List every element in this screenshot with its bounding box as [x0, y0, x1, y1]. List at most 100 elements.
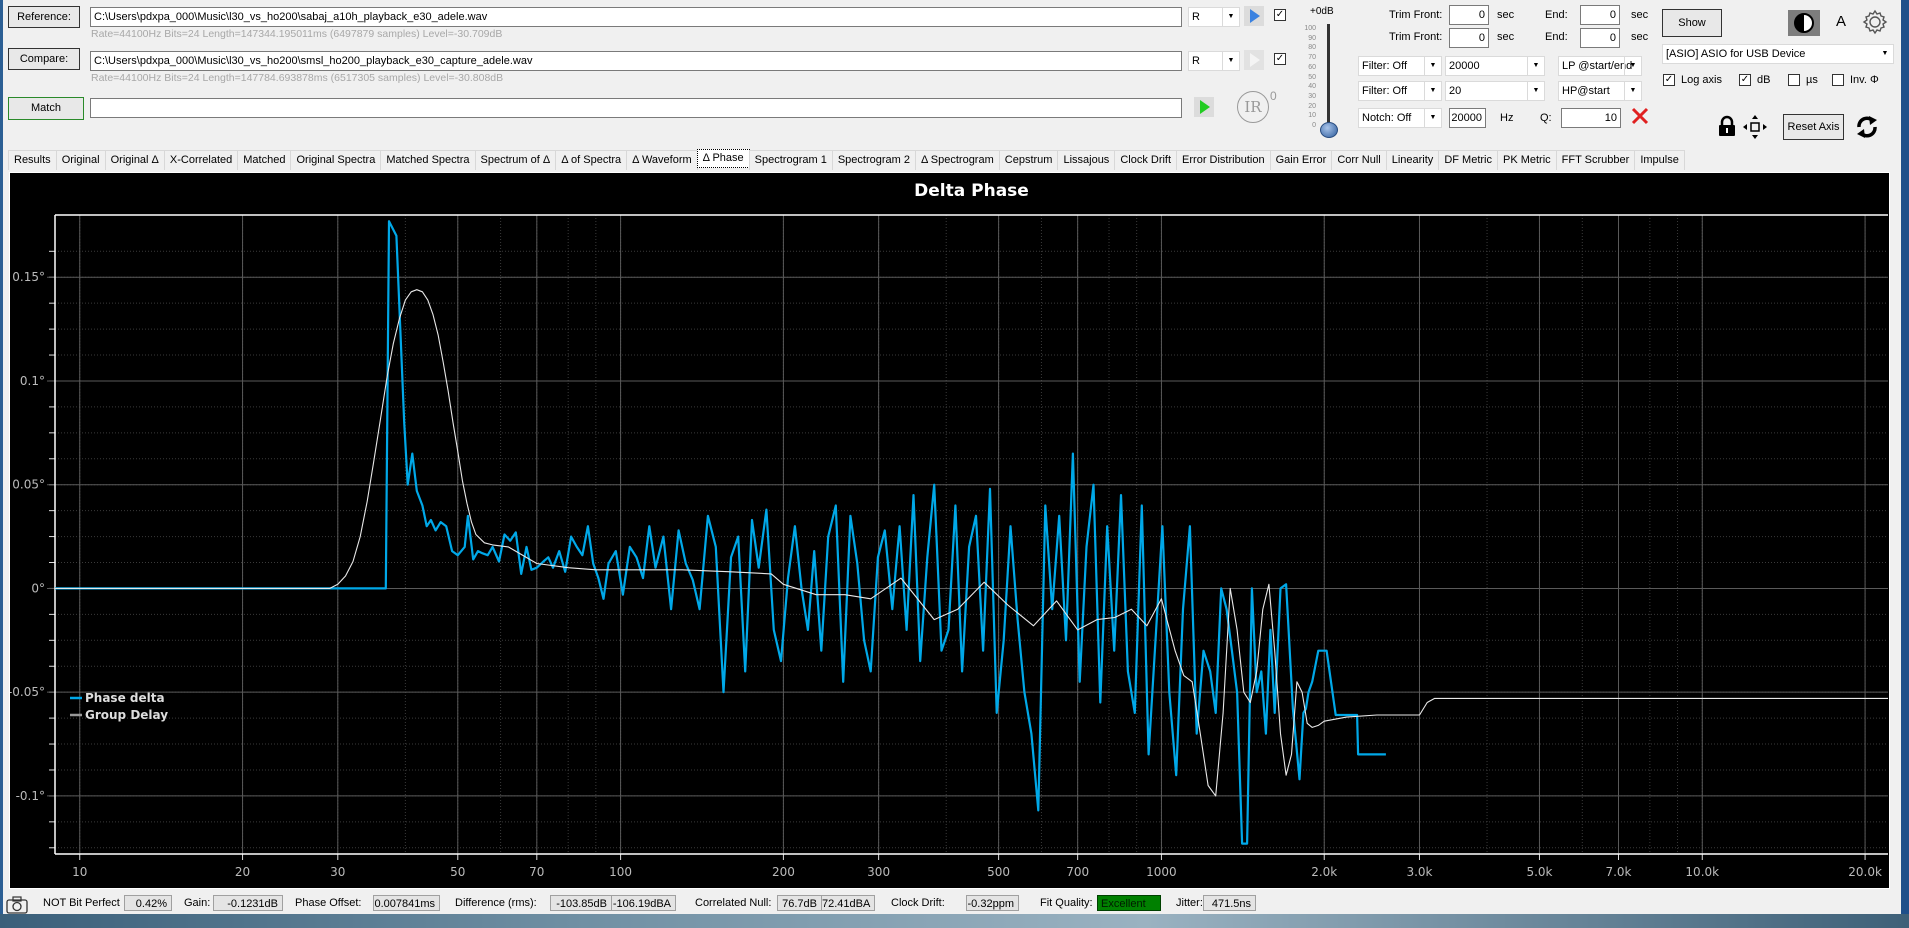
- compare-channel-select[interactable]: R ▼: [1188, 51, 1240, 71]
- trim-front-input-2[interactable]: 0: [1449, 28, 1489, 48]
- tab-24[interactable]: Impulse: [1634, 150, 1685, 170]
- db-label: dB: [1757, 74, 1771, 86]
- tab-5[interactable]: Original Spectra: [290, 150, 382, 170]
- level-tick: 80: [1308, 44, 1316, 52]
- tab-11[interactable]: Spectrogram 1: [748, 150, 833, 170]
- us-label: µs: [1806, 74, 1818, 86]
- compare-enable-checkbox[interactable]: ✓: [1274, 53, 1286, 65]
- y-tick-label: 0.15°: [12, 270, 45, 284]
- filter1-mode-select[interactable]: LP @start/end ▼: [1558, 56, 1642, 76]
- trim-end-input-1[interactable]: 0: [1580, 5, 1620, 25]
- tab-0[interactable]: Results: [8, 150, 57, 170]
- show-button[interactable]: Show: [1662, 9, 1722, 37]
- tab-19[interactable]: Corr Null: [1331, 150, 1387, 170]
- chart-panel: Delta Phase 10 20 30 50 70 100 200 300 500 700 1000…: [8, 172, 1890, 889]
- log-axis-checkbox[interactable]: ✓: [1663, 74, 1675, 86]
- x-tick-label: 50: [450, 865, 465, 879]
- reference-path-input[interactable]: C:\Users\pdxpa_000\Music\l30_vs_ho200\sa…: [90, 7, 1182, 27]
- theme-toggle-button[interactable]: [1788, 10, 1820, 36]
- reset-axis-button[interactable]: Reset Axis: [1783, 114, 1844, 140]
- invert-phase-label: Inv. Φ: [1850, 74, 1879, 86]
- correlated-null-db-value: 76.7dB: [777, 895, 822, 911]
- ir-button[interactable]: IR: [1237, 91, 1269, 123]
- tab-1[interactable]: Original: [55, 150, 106, 170]
- play-icon: [1200, 100, 1210, 114]
- tab-7[interactable]: Spectrum of Δ: [474, 150, 557, 170]
- tab-22[interactable]: PK Metric: [1496, 150, 1557, 170]
- compare-button[interactable]: Compare:: [8, 48, 80, 70]
- match-input[interactable]: [90, 98, 1182, 118]
- lock-axis-button[interactable]: [1717, 115, 1737, 140]
- pan-button[interactable]: [1742, 114, 1768, 143]
- filter2-freq: 20: [1449, 85, 1462, 97]
- hz-unit: Hz: [1500, 112, 1514, 124]
- notch-select[interactable]: Notch: Off ▼: [1358, 108, 1442, 128]
- trim-front-input-1[interactable]: 0: [1449, 5, 1489, 25]
- correlated-null-label: Correlated Null:: [695, 897, 772, 909]
- invert-phase-checkbox[interactable]: [1832, 74, 1844, 86]
- chevron-down-icon: ▼: [1881, 50, 1889, 57]
- tab-15[interactable]: Lissajous: [1057, 150, 1116, 170]
- tab-23[interactable]: FFT Scrubber: [1555, 150, 1636, 170]
- filter1-freq-select[interactable]: 20000 ▼: [1445, 56, 1545, 76]
- tab-13[interactable]: Δ Spectrogram: [914, 150, 1000, 170]
- tab-16[interactable]: Clock Drift: [1114, 150, 1178, 170]
- desktop-background: [0, 914, 1909, 928]
- y-tick-label: 0.05°: [12, 478, 45, 492]
- tab-14[interactable]: Cepstrum: [998, 150, 1059, 170]
- filter2-mode-select[interactable]: HP@start ▼: [1558, 81, 1642, 101]
- x-tick-label: 5.0k: [1526, 865, 1552, 879]
- x-tick-label: 300: [867, 865, 890, 879]
- level-slider-track[interactable]: [1327, 24, 1330, 130]
- x-tick-label: 70: [529, 865, 544, 879]
- x-tick-label: 1000: [1146, 865, 1177, 879]
- compare-path-input[interactable]: C:\Users\pdxpa_000\Music\l30_vs_ho200\sm…: [90, 51, 1182, 71]
- x-tick-label: 700: [1066, 865, 1089, 879]
- trim-end-input-2[interactable]: 0: [1580, 28, 1620, 48]
- correlated-null-dba-value: 72.41dBA: [821, 895, 875, 911]
- tab-12[interactable]: Spectrogram 2: [831, 150, 916, 170]
- phase-offset-value: 0.007841ms: [373, 895, 440, 911]
- filter2-freq-select[interactable]: 20 ▼: [1445, 81, 1545, 101]
- tab-8[interactable]: Δ of Spectra: [555, 150, 628, 170]
- play-match-button[interactable]: [1194, 97, 1214, 117]
- tab-9[interactable]: Δ Waveform: [626, 150, 698, 170]
- font-size-button[interactable]: A: [1836, 13, 1846, 30]
- delta-phase-chart[interactable]: Delta Phase 10 20 30 50 70 100 200 300 500 700 1000…: [8, 173, 1889, 888]
- refresh-button[interactable]: [1855, 114, 1879, 143]
- play-compare-button[interactable]: [1244, 50, 1264, 70]
- clear-filters-button[interactable]: [1630, 106, 1650, 129]
- notch-freq-input[interactable]: 20000: [1449, 108, 1486, 128]
- tab-10[interactable]: Δ Phase: [696, 149, 750, 168]
- tab-2[interactable]: Original Δ: [104, 150, 165, 170]
- level-slider-thumb[interactable]: [1320, 122, 1338, 138]
- us-checkbox[interactable]: [1788, 74, 1800, 86]
- db-checkbox[interactable]: ✓: [1739, 74, 1751, 86]
- tab-18[interactable]: Gain Error: [1269, 150, 1333, 170]
- reference-enable-checkbox[interactable]: ✓: [1274, 9, 1286, 21]
- x-tick-label: 100: [609, 865, 632, 879]
- reference-channel-select[interactable]: R ▼: [1188, 7, 1240, 27]
- settings-button[interactable]: [1862, 9, 1888, 38]
- tab-6[interactable]: Matched Spectra: [380, 150, 476, 170]
- camera-icon: [6, 896, 28, 914]
- ir-count: 0: [1270, 89, 1277, 103]
- phase-offset-label: Phase Offset:: [295, 897, 362, 909]
- group-delay-line: [55, 289, 1888, 797]
- tab-3[interactable]: X-Correlated: [163, 150, 239, 170]
- filter1-select[interactable]: Filter: Off ▼: [1358, 56, 1442, 76]
- y-tick-label: -0.1°: [16, 789, 45, 803]
- match-button[interactable]: Match: [8, 97, 84, 120]
- q-input[interactable]: 10: [1561, 108, 1621, 128]
- tab-21[interactable]: DF Metric: [1438, 150, 1498, 170]
- tab-20[interactable]: Linearity: [1385, 150, 1440, 170]
- tab-4[interactable]: Matched: [237, 150, 292, 170]
- play-reference-button[interactable]: [1244, 6, 1264, 26]
- audio-device-select[interactable]: [ASIO] ASIO for USB Device ▼: [1662, 44, 1894, 64]
- x-tick-label: 3.0k: [1406, 865, 1432, 879]
- bit-perfect-value: 0.42%: [124, 895, 172, 911]
- reference-button[interactable]: Reference:: [8, 6, 80, 28]
- filter2-select[interactable]: Filter: Off ▼: [1358, 81, 1442, 101]
- level-title: +0dB: [1310, 6, 1334, 17]
- tab-17[interactable]: Error Distribution: [1176, 150, 1271, 170]
